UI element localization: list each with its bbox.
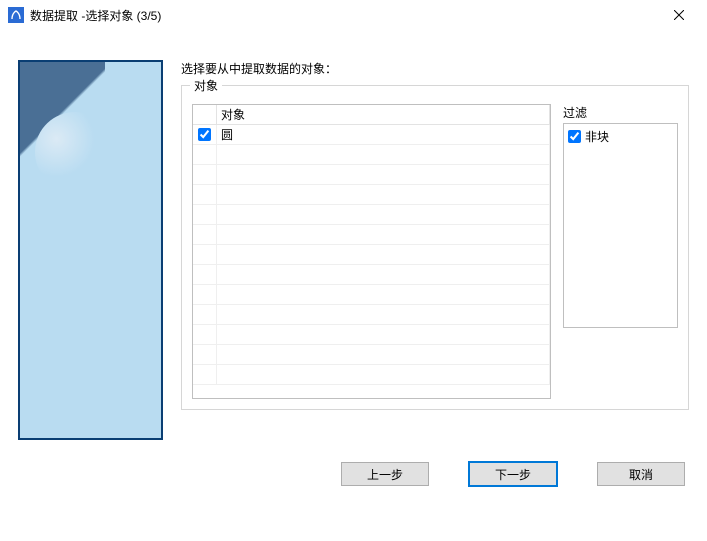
table-row xyxy=(193,285,550,305)
groupbox-label: 对象 xyxy=(190,77,222,94)
table-row xyxy=(193,205,550,225)
objects-table: 对象 圆 xyxy=(192,104,551,399)
content-area: 选择要从中提取数据的对象： 对象 对象 圆 xyxy=(0,30,707,500)
objects-groupbox: 对象 对象 圆 xyxy=(181,85,689,410)
table-row xyxy=(193,245,550,265)
table-row xyxy=(193,265,550,285)
table-row xyxy=(193,305,550,325)
button-row: 上一步 下一步 取消 xyxy=(341,462,685,486)
close-icon xyxy=(674,10,684,20)
close-button[interactable] xyxy=(659,0,699,30)
table-row xyxy=(193,365,550,385)
next-button[interactable]: 下一步 xyxy=(469,462,557,486)
filter-checkbox[interactable] xyxy=(568,130,581,143)
table-row xyxy=(193,165,550,185)
right-pane: 选择要从中提取数据的对象： 对象 对象 圆 xyxy=(181,60,689,500)
table-row xyxy=(193,325,550,345)
filter-item-label: 非块 xyxy=(585,128,609,145)
cancel-button[interactable]: 取消 xyxy=(597,462,685,486)
objects-rows: 圆 xyxy=(193,125,550,398)
table-row xyxy=(193,145,550,165)
titlebar: 数据提取 -选择对象 (3/5) xyxy=(0,0,707,30)
row-name-cell: 圆 xyxy=(217,125,550,144)
header-name-column: 对象 xyxy=(217,105,550,124)
filter-list: 非块 xyxy=(563,123,678,328)
instruction-label: 选择要从中提取数据的对象： xyxy=(181,60,689,77)
objects-table-header: 对象 xyxy=(193,105,550,125)
filter-label: 过滤 xyxy=(563,104,678,121)
header-check-column xyxy=(193,105,217,124)
table-row xyxy=(193,185,550,205)
table-row xyxy=(193,345,550,365)
page-preview-icon xyxy=(18,60,163,440)
filter-panel: 过滤 非块 xyxy=(563,104,678,399)
row-check-cell xyxy=(193,125,217,144)
object-checkbox[interactable] xyxy=(198,128,211,141)
table-row[interactable]: 圆 xyxy=(193,125,550,145)
window-title: 数据提取 -选择对象 (3/5) xyxy=(30,7,161,24)
back-button[interactable]: 上一步 xyxy=(341,462,429,486)
app-icon xyxy=(8,7,24,23)
table-row xyxy=(193,225,550,245)
filter-item[interactable]: 非块 xyxy=(568,127,673,145)
